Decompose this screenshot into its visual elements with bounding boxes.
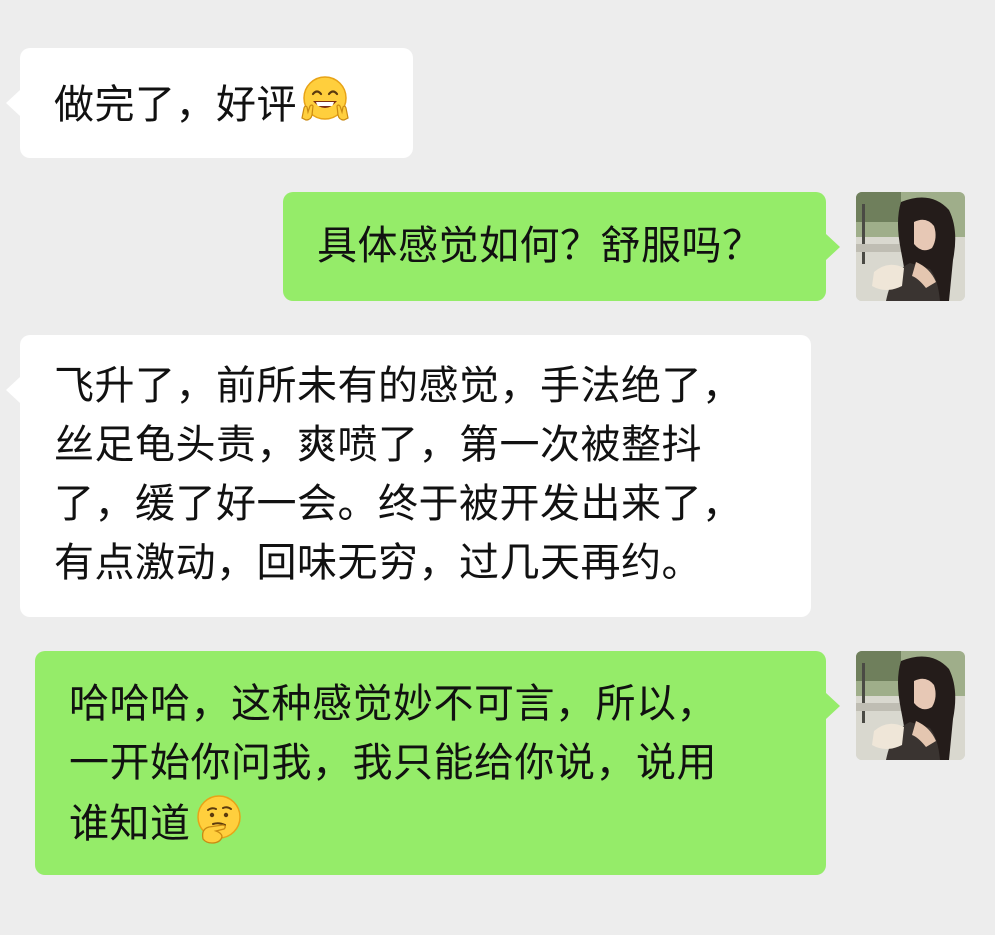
outgoing-message-bubble[interactable]: 具体感觉如何？舒服吗？ <box>283 192 840 301</box>
message-text-line: 具体感觉如何？舒服吗？ <box>317 223 763 269</box>
bubble-tail <box>6 90 20 116</box>
user-avatar[interactable] <box>856 192 965 301</box>
thinking-face-emoji-icon <box>196 795 241 844</box>
message-text-line: 了，缓了好一会。终于被开发出来了， <box>54 481 743 527</box>
avatar-photo <box>856 651 965 760</box>
message-text-line: 哈哈哈，这种感觉妙不可言，所以， <box>69 681 717 727</box>
message-text-line: 丝足龟头责，爽喷了，第一次被整抖 <box>54 422 702 468</box>
message-text-line: 有点激动，回味无穷，过几天再约。 <box>54 540 702 586</box>
incoming-message-bubble[interactable]: 做完了，好评 <box>6 48 413 158</box>
bubble-tail <box>826 693 840 719</box>
outgoing-message-bubble[interactable]: 哈哈哈，这种感觉妙不可言，所以， 一开始你问我，我只能给你说，说用 谁知道 <box>35 651 840 875</box>
incoming-message-bubble[interactable]: 飞升了，前所未有的感觉，手法绝了， 丝足龟头责，爽喷了，第一次被整抖 了，缓了好… <box>6 335 811 617</box>
message-text-line: 一开始你问我，我只能给你说，说用 <box>69 740 717 786</box>
message-text-line: 谁知道 <box>69 793 826 854</box>
bubble-tail <box>6 377 20 403</box>
message-text-line: 飞升了，前所未有的感觉，手法绝了， <box>54 363 743 409</box>
avatar-photo <box>856 192 965 301</box>
laughing-peace-sign-emoji-icon <box>301 76 349 121</box>
user-avatar[interactable] <box>856 651 965 760</box>
bubble-tail <box>826 234 840 260</box>
message-text-line: 做完了，好评 <box>54 74 413 135</box>
